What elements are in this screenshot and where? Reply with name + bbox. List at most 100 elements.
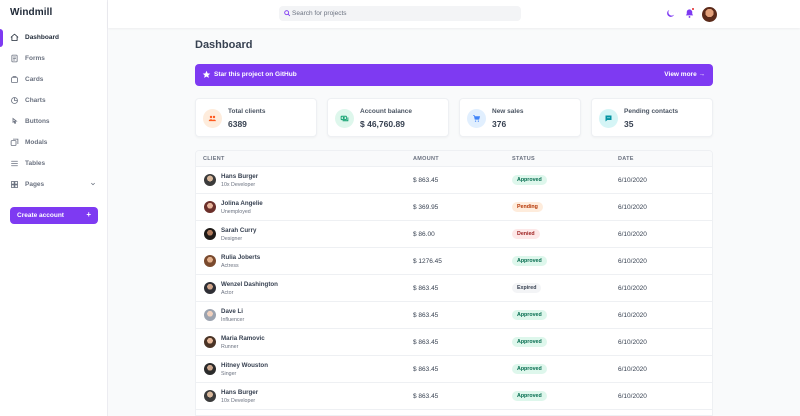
date-cell: 6/10/2020 xyxy=(618,312,647,319)
buttons-icon xyxy=(10,117,19,126)
sidebar-item-label: Pages xyxy=(25,180,45,188)
client-name: Wenzel Dashington xyxy=(221,281,278,288)
pages-icon xyxy=(10,180,19,189)
sidebar-item-label: Modals xyxy=(25,138,48,146)
home-icon xyxy=(10,33,19,42)
date-cell: 6/10/2020 xyxy=(618,339,647,346)
sidebar-item-label: Tables xyxy=(25,159,46,167)
table-header: CLIENT AMOUNT STATUS DATE xyxy=(196,151,712,167)
client-avatar xyxy=(204,174,216,186)
status-badge: Approved xyxy=(512,391,547,401)
column-header-client: CLIENT xyxy=(203,156,225,162)
chat-icon xyxy=(599,109,618,128)
table-row[interactable]: Maria Ramovic Runner $ 863.45 Approved 6/10/… xyxy=(196,329,712,356)
sidebar-item-forms[interactable]: Forms xyxy=(0,48,108,68)
app-logo[interactable]: Windmill xyxy=(10,7,52,18)
sidebar-item-buttons[interactable]: Buttons xyxy=(0,111,108,131)
client-role: Actress xyxy=(221,263,239,269)
cart-icon xyxy=(467,109,486,128)
amount-cell: $ 863.45 xyxy=(413,366,439,373)
client-name: Dave Li xyxy=(221,308,244,315)
sidebar: Windmill Dashboard Forms Cards Charts Bu… xyxy=(0,0,108,416)
cards-icon xyxy=(10,75,19,84)
sidebar-item-label: Dashboard xyxy=(25,33,59,41)
view-more-link[interactable]: View more → xyxy=(664,71,705,78)
client-avatar xyxy=(204,282,216,294)
banner-text: Star this project on GitHub xyxy=(214,71,297,78)
table-row[interactable]: Hans Burger 10x Developer $ 863.45 Approved… xyxy=(196,167,712,194)
search-input[interactable] xyxy=(292,6,518,21)
sidebar-item-tables[interactable]: Tables xyxy=(0,153,108,173)
status-badge: Denied xyxy=(512,229,540,239)
card-value: 6389 xyxy=(228,119,247,129)
amount-cell: $ 863.45 xyxy=(413,177,439,184)
client-name: Sarah Curry xyxy=(221,227,257,234)
create-account-button[interactable]: Create account + xyxy=(10,207,98,224)
client-name: Jolina Angelie xyxy=(221,200,263,207)
search-bar[interactable] xyxy=(279,6,521,21)
date-cell: 6/10/2020 xyxy=(618,231,647,238)
date-cell: 6/10/2020 xyxy=(618,258,647,265)
sidebar-item-cards[interactable]: Cards xyxy=(0,69,108,89)
column-header-amount: AMOUNT xyxy=(413,156,439,162)
page-title: Dashboard xyxy=(195,39,253,51)
modals-icon xyxy=(10,138,19,147)
plus-icon: + xyxy=(86,210,91,219)
users-icon xyxy=(203,109,222,128)
status-badge: Expired xyxy=(512,283,542,293)
client-name: Maria Ramovic xyxy=(221,335,265,342)
card-label: Account balance xyxy=(360,108,413,115)
table-row[interactable]: Wenzel Dashington Actor $ 863.45 Expired 6/1… xyxy=(196,275,712,302)
table-row[interactable]: Rulia Joberts Actress $ 1276.45 Approved 6/1… xyxy=(196,248,712,275)
star-icon xyxy=(202,70,211,78)
sidebar-item-charts[interactable]: Charts xyxy=(0,90,108,110)
table-row[interactable]: Jolina Angelie Unemployed $ 369.95 Pending 6… xyxy=(196,194,712,221)
client-role: Designer xyxy=(221,236,243,242)
card-value: 35 xyxy=(624,119,634,129)
client-avatar xyxy=(204,228,216,240)
amount-cell: $ 863.45 xyxy=(413,285,439,292)
client-name: Hans Burger xyxy=(221,173,259,180)
sidebar-item-dashboard[interactable]: Dashboard xyxy=(0,27,108,47)
table-row[interactable]: Dave Li Influencer $ 863.45 Approved 6/10/20… xyxy=(196,302,712,329)
card-value: $ 46,760.89 xyxy=(360,119,405,129)
card-label: Pending contacts xyxy=(624,108,679,115)
table-row[interactable]: Hans Burger 10x Developer $ 863.45 Approved… xyxy=(196,383,712,410)
client-role: Actor xyxy=(221,290,234,296)
card-label: New sales xyxy=(492,108,524,115)
client-avatar xyxy=(204,363,216,375)
github-star-banner[interactable]: Star this project on GitHub View more → xyxy=(195,64,713,86)
date-cell: 6/10/2020 xyxy=(618,366,647,373)
client-role: Influencer xyxy=(221,317,245,323)
date-cell: 6/10/2020 xyxy=(618,177,647,184)
cash-icon xyxy=(335,109,354,128)
notification-badge xyxy=(691,7,695,11)
status-badge: Approved xyxy=(512,337,547,347)
charts-icon xyxy=(10,96,19,105)
client-avatar xyxy=(204,390,216,402)
client-name: Rulia Joberts xyxy=(221,254,261,261)
table-row[interactable]: Sarah Curry Designer $ 86.00 Denied 6/10/202… xyxy=(196,221,712,248)
sidebar-item-modals[interactable]: Modals xyxy=(0,132,108,152)
sidebar-item-pages[interactable]: Pages xyxy=(0,174,108,194)
table-row[interactable]: Hitney Wouston Singer $ 863.45 Approved 6/10… xyxy=(196,356,712,383)
date-cell: 6/10/2020 xyxy=(618,204,647,211)
card-label: Total clients xyxy=(228,108,266,115)
moon-icon[interactable] xyxy=(665,8,676,19)
client-avatar xyxy=(204,255,216,267)
create-account-label: Create account xyxy=(17,212,64,219)
sidebar-item-label: Forms xyxy=(25,54,45,62)
stat-card-new-sales: New sales 376 xyxy=(459,98,581,137)
search-icon xyxy=(284,10,291,17)
date-cell: 6/10/2020 xyxy=(618,285,647,292)
amount-cell: $ 863.45 xyxy=(413,393,439,400)
sidebar-item-label: Buttons xyxy=(25,117,50,125)
status-badge: Approved xyxy=(512,256,547,266)
column-header-date: DATE xyxy=(618,156,634,162)
status-badge: Approved xyxy=(512,364,547,374)
forms-icon xyxy=(10,54,19,63)
client-name: Hitney Wouston xyxy=(221,362,268,369)
client-avatar xyxy=(204,201,216,213)
profile-avatar[interactable] xyxy=(702,7,717,22)
tables-icon xyxy=(10,159,19,168)
